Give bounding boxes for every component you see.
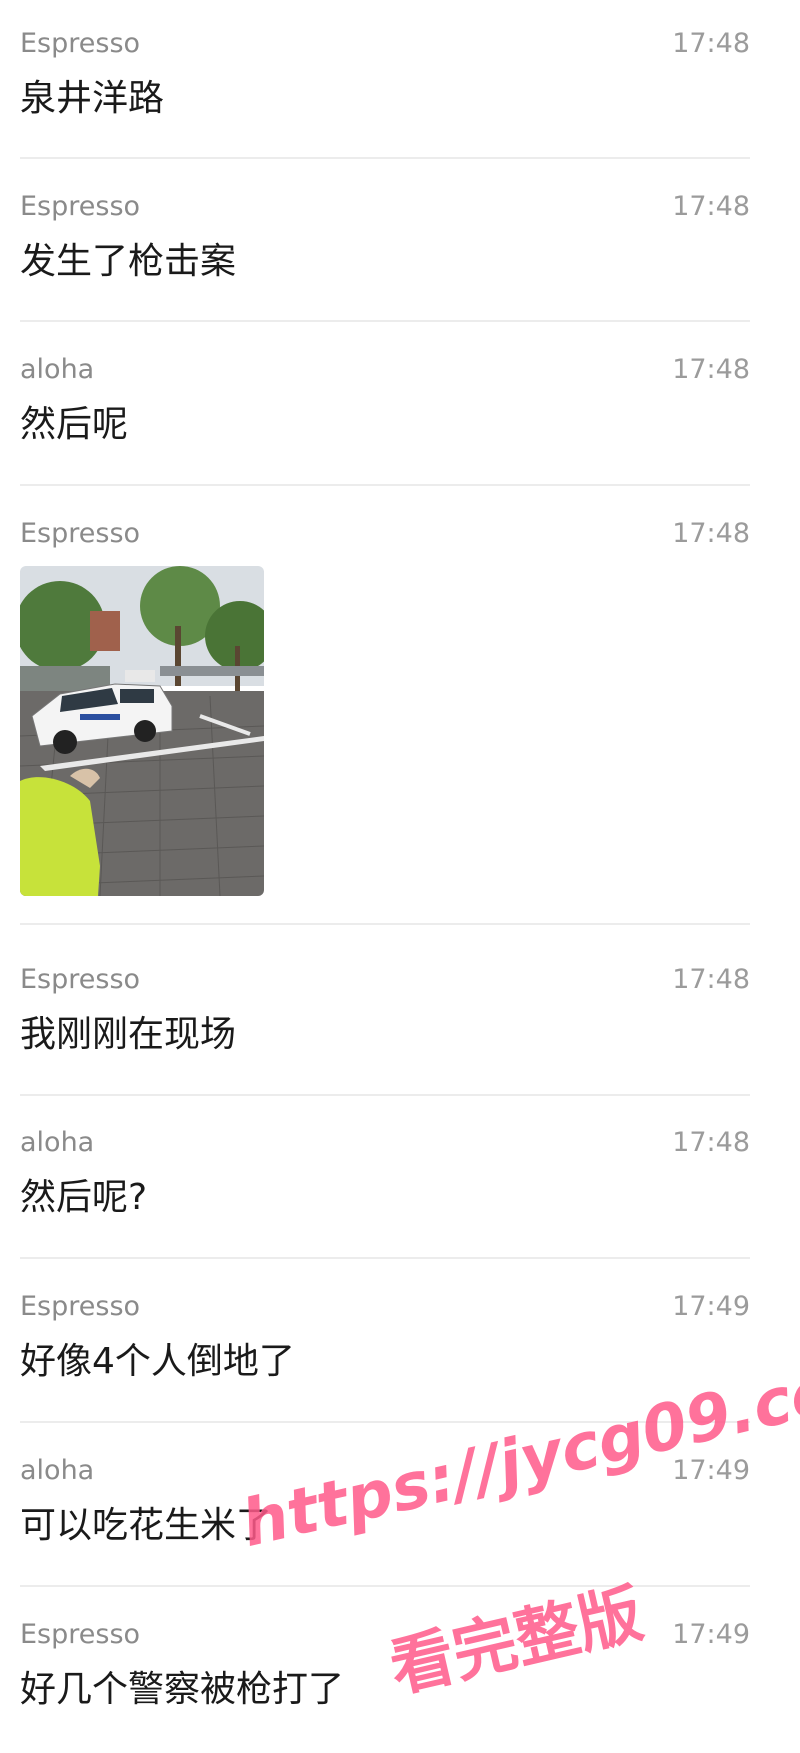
- message-text: 好几个警察被枪打了: [20, 1669, 345, 1710]
- message-divider: [20, 1585, 750, 1587]
- sender-name: Espresso: [20, 964, 141, 995]
- sender-name: Espresso: [20, 1619, 141, 1650]
- message-time: 17:48: [672, 191, 750, 222]
- message-divider: [20, 1257, 750, 1259]
- message-time: 17:48: [672, 28, 750, 59]
- message-text: 然后呢: [20, 404, 129, 445]
- message-divider: [20, 1421, 750, 1423]
- message-text: 然后呢?: [20, 1177, 148, 1218]
- chat-message[interactable]: Espresso 17:49 好像4个人倒地了: [20, 1287, 750, 1427]
- message-time: 17:49: [672, 1291, 750, 1322]
- message-divider: [20, 320, 750, 322]
- message-divider: [20, 1094, 750, 1096]
- chat-message[interactable]: Espresso 17:49 好几个警察被枪打了: [20, 1615, 750, 1753]
- chat-message[interactable]: Espresso 17:48 发生了枪击案: [20, 187, 750, 327]
- sender-name: aloha: [20, 354, 95, 385]
- chat-message[interactable]: aloha 17:49 可以吃花生米了: [20, 1451, 750, 1591]
- chat-message[interactable]: Espresso 17:48 泉井洋路: [20, 24, 750, 164]
- message-time: 17:48: [672, 354, 750, 385]
- sender-name: Espresso: [20, 191, 141, 222]
- message-text: 我刚刚在现场: [20, 1014, 237, 1055]
- message-text: 好像4个人倒地了: [20, 1341, 295, 1382]
- chat-message[interactable]: Espresso 17:48: [20, 514, 750, 934]
- message-divider: [20, 484, 750, 486]
- message-time: 17:49: [672, 1455, 750, 1486]
- chat-message[interactable]: Espresso 17:48 我刚刚在现场: [20, 960, 750, 1100]
- police-car-photo: [20, 566, 264, 896]
- message-time: 17:48: [672, 518, 750, 549]
- message-time: 17:48: [672, 964, 750, 995]
- sender-name: Espresso: [20, 518, 141, 549]
- message-text: 泉井洋路: [20, 78, 165, 119]
- sender-name: aloha: [20, 1127, 95, 1158]
- chat-message[interactable]: aloha 17:48 然后呢: [20, 350, 750, 490]
- sender-name: Espresso: [20, 28, 141, 59]
- sender-name: aloha: [20, 1455, 95, 1486]
- message-time: 17:48: [672, 1127, 750, 1158]
- message-text: 发生了枪击案: [20, 241, 237, 282]
- sender-name: Espresso: [20, 1291, 141, 1322]
- message-divider: [20, 157, 750, 159]
- message-text: 可以吃花生米了: [20, 1505, 273, 1546]
- message-divider: [20, 923, 750, 925]
- chat-message[interactable]: aloha 17:48 然后呢?: [20, 1123, 750, 1263]
- message-photo[interactable]: [20, 566, 264, 896]
- message-time: 17:49: [672, 1619, 750, 1650]
